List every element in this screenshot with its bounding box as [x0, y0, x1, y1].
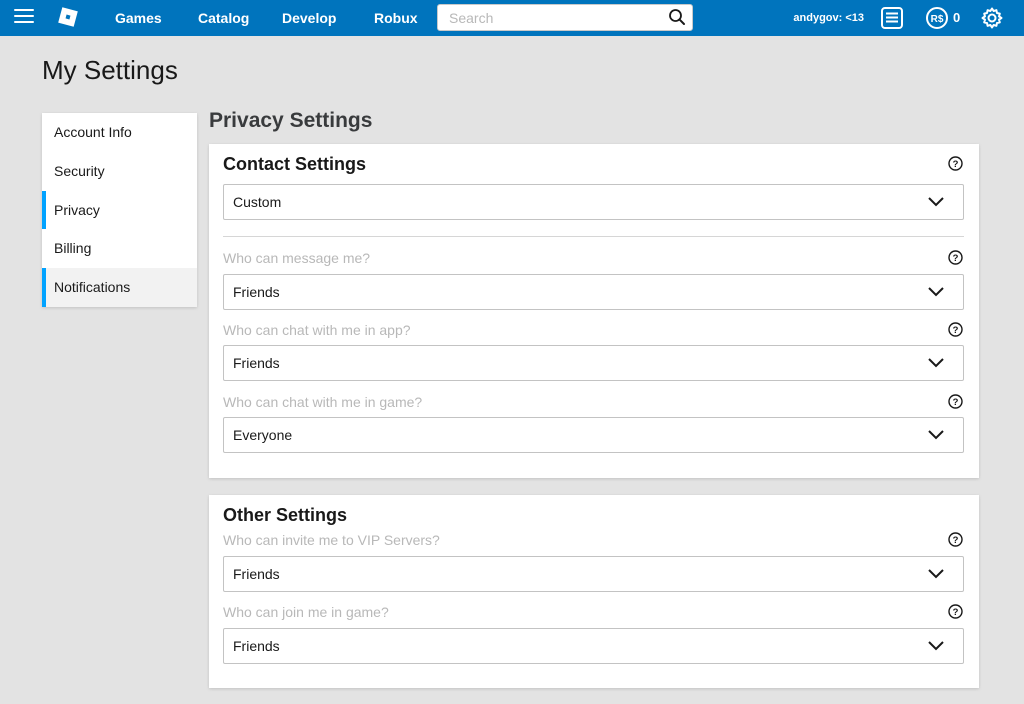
- svg-text:?: ?: [953, 159, 959, 170]
- nav-link-catalog[interactable]: Catalog: [198, 0, 249, 36]
- contact-divider: [223, 236, 964, 237]
- join-in-game-value: Friends: [233, 638, 280, 654]
- messages-icon[interactable]: [880, 6, 904, 30]
- chat-in-app-select[interactable]: Friends: [223, 345, 964, 381]
- help-icon[interactable]: ?: [948, 394, 963, 409]
- chat-in-game-select[interactable]: Everyone: [223, 417, 964, 453]
- nav-link-develop[interactable]: Develop: [282, 0, 336, 36]
- chat-in-app-value: Friends: [233, 355, 280, 371]
- robux-icon[interactable]: R$: [925, 6, 949, 30]
- search-icon[interactable]: [668, 8, 686, 26]
- svg-text:R$: R$: [931, 14, 944, 25]
- message-me-select[interactable]: Friends: [223, 274, 964, 310]
- chat-in-app-label: Who can chat with me in app?: [223, 322, 411, 338]
- menu-item-billing[interactable]: Billing: [42, 229, 197, 268]
- menu-item-notifications[interactable]: Notifications: [42, 268, 197, 307]
- other-settings-card: Other Settings Who can invite me to VIP …: [209, 495, 979, 688]
- section-heading: Privacy Settings: [209, 109, 373, 132]
- page-title: My Settings: [42, 55, 178, 85]
- vip-invite-select[interactable]: Friends: [223, 556, 964, 592]
- chevron-down-icon: [928, 197, 944, 207]
- menu-item-security[interactable]: Security: [42, 152, 197, 191]
- help-icon[interactable]: ?: [948, 156, 963, 171]
- svg-text:?: ?: [953, 253, 959, 264]
- chevron-down-icon: [928, 569, 944, 579]
- contact-settings-title: Contact Settings: [223, 154, 367, 174]
- chevron-down-icon: [928, 641, 944, 651]
- svg-text:?: ?: [953, 535, 959, 546]
- vip-invite-value: Friends: [233, 566, 280, 582]
- contact-settings-card: Contact Settings ? Custom Who can messag…: [209, 144, 979, 478]
- menu-item-privacy[interactable]: Privacy: [42, 190, 197, 230]
- message-me-label: Who can message me?: [223, 250, 371, 266]
- chevron-down-icon: [928, 430, 944, 440]
- top-navigation-bar: Games Catalog Develop Robux andygov: <13…: [0, 0, 1024, 36]
- vip-invite-label: Who can invite me to VIP Servers?: [223, 532, 440, 548]
- search-box: [437, 4, 693, 31]
- join-in-game-label: Who can join me in game?: [223, 604, 389, 620]
- other-settings-title: Other Settings: [223, 505, 348, 525]
- svg-text:?: ?: [953, 325, 959, 336]
- svg-text:?: ?: [953, 397, 959, 408]
- chat-in-game-value: Everyone: [233, 427, 293, 443]
- menu-icon[interactable]: [14, 9, 34, 27]
- help-icon[interactable]: ?: [948, 532, 963, 547]
- nav-link-robux[interactable]: Robux: [374, 0, 418, 36]
- chat-in-game-label: Who can chat with me in game?: [223, 394, 423, 410]
- contact-preset-select[interactable]: Custom: [223, 184, 964, 220]
- roblox-logo-icon[interactable]: [58, 7, 78, 27]
- help-icon[interactable]: ?: [948, 250, 963, 265]
- gear-icon[interactable]: [980, 6, 1004, 30]
- nav-link-games[interactable]: Games: [115, 0, 162, 36]
- contact-preset-value: Custom: [233, 194, 282, 210]
- chevron-down-icon: [928, 287, 944, 297]
- join-in-game-select[interactable]: Friends: [223, 628, 964, 664]
- help-icon[interactable]: ?: [948, 604, 963, 619]
- username-label[interactable]: andygov: <13: [793, 0, 864, 36]
- message-me-value: Friends: [233, 284, 280, 300]
- help-icon[interactable]: ?: [948, 322, 963, 337]
- search-input[interactable]: [438, 5, 664, 30]
- settings-menu: Account Info Security Privacy Billing No…: [42, 113, 197, 307]
- robux-balance[interactable]: 0: [953, 0, 960, 36]
- chevron-down-icon: [928, 358, 944, 368]
- svg-text:?: ?: [953, 607, 959, 618]
- menu-item-account-info[interactable]: Account Info: [42, 113, 197, 152]
